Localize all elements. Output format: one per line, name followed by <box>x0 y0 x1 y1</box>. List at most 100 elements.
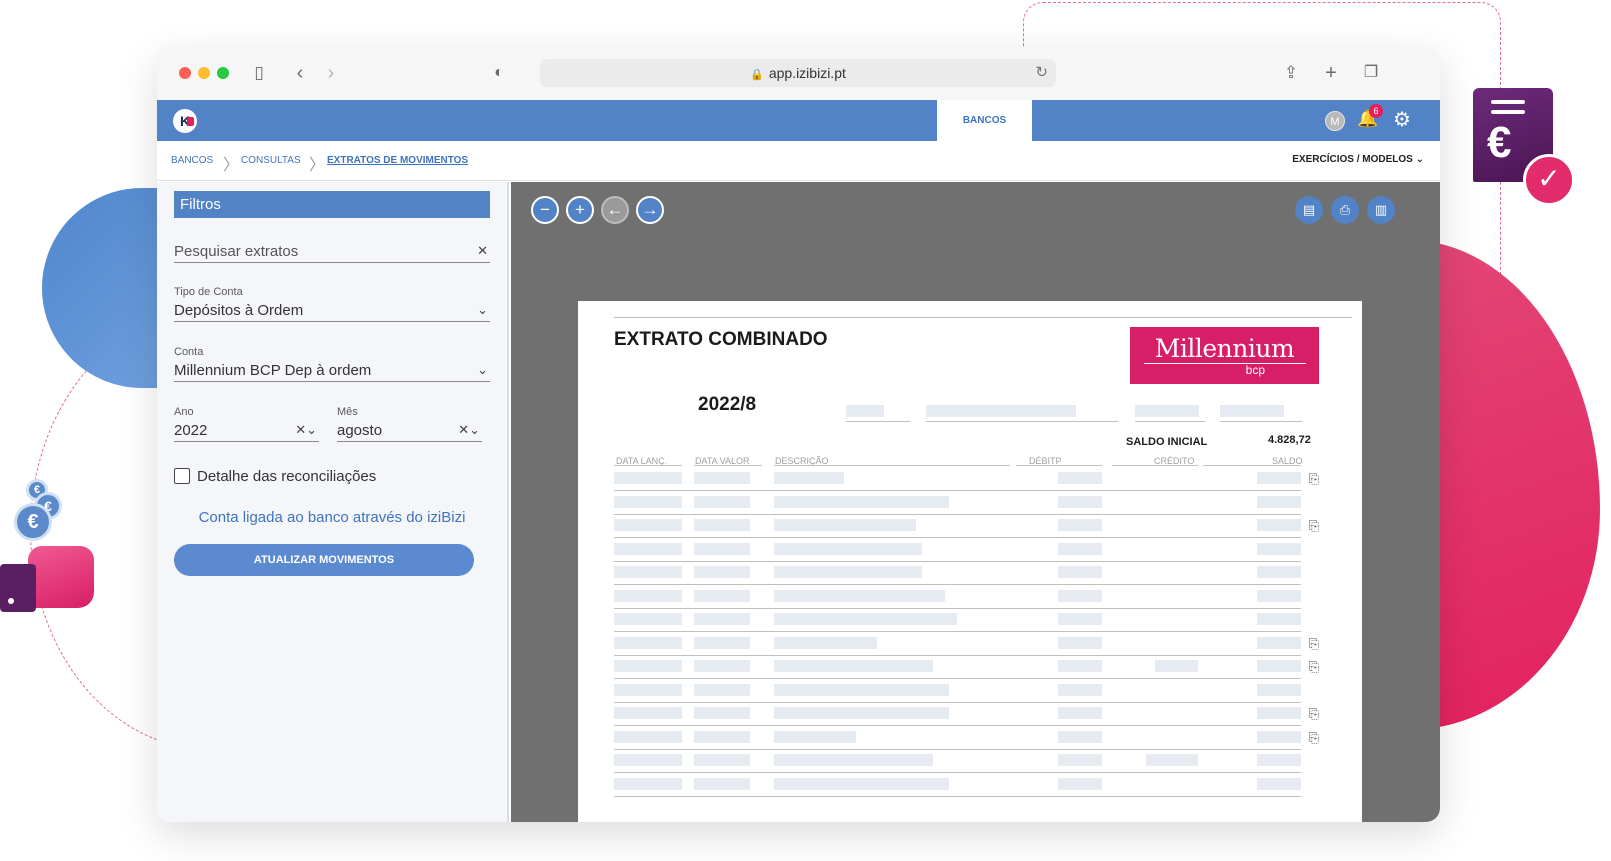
zoom-in-button[interactable]: + <box>566 196 594 224</box>
clear-chevron-icon[interactable]: ✕⌄ <box>458 422 480 438</box>
mes-select[interactable]: Mês agosto ✕⌄ <box>337 406 482 442</box>
row-divider <box>614 701 1301 703</box>
cell-saldo <box>1257 542 1301 555</box>
tab-bancos[interactable]: BANCOS <box>937 100 1032 141</box>
atualizar-movimentos-button[interactable]: ATUALIZAR MOVIMENTOS <box>174 544 474 576</box>
cell-data-lanc <box>614 613 682 625</box>
paperclip-icon[interactable]: ⎘ <box>1307 518 1321 534</box>
printer-icon[interactable]: ⎙ <box>1331 196 1359 224</box>
row-divider <box>614 631 1301 632</box>
close-window-button[interactable] <box>179 67 191 79</box>
row-divider <box>614 748 1301 750</box>
divider <box>614 465 682 466</box>
conta-value: Millennium BCP Dep à ordem <box>174 362 372 379</box>
cell-data-valor <box>694 542 750 555</box>
chevron-down-icon: ⌄ <box>477 302 488 317</box>
header-placeholder <box>1135 405 1199 417</box>
zoom-out-button[interactable]: − <box>531 196 559 224</box>
conta-select[interactable]: Conta Millennium BCP Dep à ordem ⌄ <box>174 346 490 382</box>
cell-credito <box>1155 660 1198 672</box>
exercicios-label: EXERCÍCIOS / MODELOS <box>1292 154 1413 165</box>
cell-debito <box>1058 683 1102 696</box>
statement-title: EXTRATO COMBINADO <box>614 329 828 350</box>
checkbox-box[interactable] <box>174 468 190 484</box>
forward-icon[interactable]: › <box>318 61 344 85</box>
paperclip-icon[interactable]: ⎘ <box>1307 730 1321 746</box>
privacy-shield-icon[interactable]: ◐ <box>486 61 512 85</box>
lock-icon: 🔒 <box>750 69 764 81</box>
cell-data-lanc <box>614 589 682 602</box>
share-icon[interactable]: ⇪ <box>1278 61 1304 85</box>
tipo-conta-select[interactable]: Tipo de Conta Depósitos à Ordem ⌄ <box>174 286 490 322</box>
cell-debito <box>1058 589 1102 602</box>
maximize-window-button[interactable] <box>217 67 229 79</box>
cell-data-valor <box>694 613 750 625</box>
gear-icon[interactable]: ⚙ <box>1390 108 1414 132</box>
cell-descricao <box>774 660 933 672</box>
tipo-conta-value: Depósitos à Ordem <box>174 302 304 319</box>
cell-saldo <box>1257 636 1301 649</box>
breadcrumb-bancos[interactable]: BANCOS <box>171 155 213 166</box>
chevron-down-icon: ⌄ <box>477 362 488 377</box>
pdf-export-icon[interactable]: ▥ <box>1367 196 1395 224</box>
cell-saldo <box>1257 495 1301 508</box>
back-icon[interactable]: ‹ <box>287 61 313 85</box>
paperclip-icon[interactable]: ⎘ <box>1307 659 1321 675</box>
app-logo[interactable]: K <box>173 109 197 133</box>
cell-data-lanc <box>614 754 682 766</box>
breadcrumb-extratos[interactable]: EXTRATOS DE MOVIMENTOS <box>327 155 468 166</box>
cell-saldo <box>1257 472 1301 484</box>
clear-icon[interactable]: ✕ <box>477 243 488 259</box>
previous-page-button[interactable]: ← <box>601 196 629 224</box>
divider <box>694 465 762 466</box>
row-divider <box>614 795 1301 797</box>
excel-export-icon[interactable]: ▤ <box>1295 196 1323 224</box>
exercicios-modelos-menu[interactable]: EXERCÍCIOS / MODELOS ⌄ <box>1292 154 1424 165</box>
cell-data-lanc <box>614 636 682 649</box>
clear-chevron-icon[interactable]: ✕⌄ <box>295 422 317 438</box>
header-placeholder <box>926 405 1076 417</box>
divider <box>926 421 1118 422</box>
cell-data-lanc <box>614 566 682 578</box>
ano-label: Ano <box>174 406 194 418</box>
conta-ligada-link[interactable]: Conta ligada ao banco através do iziBizi <box>174 509 490 526</box>
divider <box>1135 421 1205 422</box>
paperclip-icon[interactable]: ⎘ <box>1307 706 1321 722</box>
minimize-window-button[interactable] <box>198 67 210 79</box>
cell-descricao <box>774 730 856 743</box>
breadcrumb-consultas[interactable]: CONSULTAS <box>241 155 301 166</box>
sidebar-toggle-icon[interactable]: ▯ <box>246 61 272 85</box>
detalhe-reconciliacoes-checkbox[interactable]: Detalhe das reconciliações <box>174 468 376 488</box>
tab-overview-icon[interactable]: ❐ <box>1358 61 1384 85</box>
ano-select[interactable]: Ano 2022 ✕⌄ <box>174 406 319 442</box>
paperclip-icon[interactable]: ⎘ <box>1307 636 1321 652</box>
chevron-right-icon: 〉 <box>223 157 240 174</box>
address-bar[interactable]: 🔒 app.izibizi.pt ↻ <box>540 59 1056 87</box>
row-divider <box>614 772 1301 773</box>
paperclip-icon[interactable]: ⎘ <box>1307 471 1321 487</box>
cell-debito <box>1058 495 1102 508</box>
next-page-button[interactable]: → <box>636 196 664 224</box>
cell-saldo <box>1257 613 1301 625</box>
cell-data-lanc <box>614 777 682 790</box>
chevron-down-icon: ⌄ <box>1415 154 1424 165</box>
chevron-right-icon: 〉 <box>309 157 326 174</box>
avatar[interactable]: M <box>1325 111 1345 131</box>
row-divider <box>614 725 1301 726</box>
cell-descricao <box>774 636 877 649</box>
divider <box>1203 465 1301 466</box>
cell-data-valor <box>694 636 750 649</box>
euro-coin-icon: € <box>14 503 52 541</box>
reload-icon[interactable]: ↻ <box>1035 59 1048 87</box>
cell-data-lanc <box>614 542 682 555</box>
row-divider <box>614 584 1301 585</box>
search-input[interactable]: Pesquisar extratos ✕ <box>174 242 490 263</box>
statement-page: EXTRATO COMBINADO Millennium bcp 2022/8 … <box>578 301 1362 822</box>
cell-debito <box>1058 636 1102 649</box>
saldo-inicial-value: 4.828,72 <box>1268 434 1311 446</box>
divider <box>774 465 1010 466</box>
conta-label: Conta <box>174 346 204 358</box>
cell-debito <box>1058 660 1102 672</box>
stage: € ✓ € € € ▯ ‹ › ◐ 🔒 app.izibizi.pt ↻ ⇪ + … <box>0 0 1611 861</box>
new-tab-icon[interactable]: + <box>1318 61 1344 85</box>
